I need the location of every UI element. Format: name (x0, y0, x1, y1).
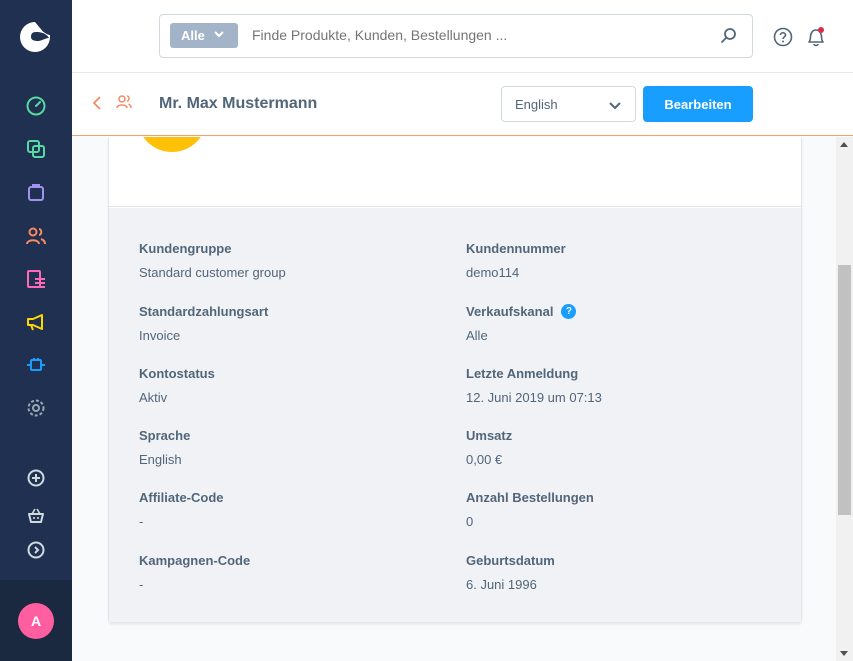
field-label: Verkaufskanal ? (466, 304, 766, 319)
field-value: Aktiv (139, 390, 168, 405)
scroll-down-arrow-icon[interactable] (840, 651, 848, 656)
extensions-icon[interactable] (24, 353, 48, 377)
field-sales-channel: Verkaufskanal ? Alle (466, 304, 766, 343)
field-birthday: Geburtsdatum 6. Juni 1996 (466, 553, 766, 592)
customer-avatar (137, 137, 207, 152)
chevron-down-icon (609, 98, 621, 113)
customers-icon[interactable] (24, 224, 48, 248)
scrollbar-thumb[interactable] (838, 265, 851, 515)
expand-sidebar-icon[interactable] (24, 538, 48, 562)
catalog-icon[interactable] (24, 137, 48, 161)
add-icon[interactable] (24, 466, 48, 490)
field-language: Sprache English (139, 428, 439, 467)
field-label: Standardzahlungsart (139, 304, 269, 319)
global-search: Alle (159, 14, 753, 58)
field-order-count: Anzahl Bestellungen 0 (466, 490, 766, 529)
user-avatar[interactable]: A (18, 603, 54, 639)
field-customer-group: Kundengruppe Standard customer group (139, 241, 439, 280)
field-value: demo114 (466, 265, 520, 280)
field-label: Letzte Anmeldung (466, 366, 579, 381)
customer-details: Kundengruppe Standard customer group Sta… (109, 208, 801, 622)
search-input[interactable] (252, 27, 692, 43)
customer-card-header (109, 137, 801, 207)
field-label: Kontostatus (139, 366, 215, 381)
field-label: Umsatz (466, 428, 513, 443)
help-tooltip-icon[interactable]: ? (561, 304, 577, 319)
field-account-status: Kontostatus Aktiv (139, 366, 439, 405)
field-label: Geburtsdatum (466, 553, 555, 568)
field-label: Kampagnen-Code (139, 553, 251, 568)
language-select[interactable]: English (501, 86, 636, 122)
field-default-payment: Standardzahlungsart Invoice (139, 304, 439, 343)
search-type-select[interactable]: Alle (170, 23, 238, 48)
basket-icon[interactable] (24, 504, 48, 528)
content-icon[interactable] (24, 267, 48, 291)
field-label: Affiliate-Code (139, 490, 224, 505)
field-value: English (139, 452, 182, 467)
smart-bar: Mr. Max Mustermann English Bearbeiten (72, 73, 853, 136)
field-value: 0 (466, 514, 474, 529)
content-area: Kundengruppe Standard customer group Sta… (72, 137, 836, 661)
edit-button[interactable]: Bearbeiten (643, 86, 753, 122)
customer-card: Kundengruppe Standard customer group Sta… (108, 137, 802, 623)
back-chevron-icon[interactable] (92, 95, 102, 116)
sidebar: A (0, 0, 72, 661)
language-select-value: English (515, 96, 558, 112)
orders-icon[interactable] (24, 180, 48, 204)
field-turnover: Umsatz 0,00 € (466, 428, 766, 467)
marketing-icon[interactable] (24, 310, 48, 334)
field-value: 12. Juni 2019 um 07:13 (466, 390, 602, 405)
page-title: Mr. Max Mustermann (159, 95, 318, 112)
field-label: Kundengruppe (139, 241, 232, 256)
field-label: Anzahl Bestellungen (466, 490, 594, 505)
settings-icon[interactable] (24, 396, 48, 420)
field-value: 0,00 € (466, 452, 503, 467)
field-label: Kundennummer (466, 241, 566, 256)
field-customer-number: Kundennummer demo114 (466, 241, 766, 280)
field-label: Sprache (139, 428, 191, 443)
field-value: - (139, 577, 144, 592)
shopware-logo-icon[interactable] (16, 18, 54, 56)
field-affiliate-code: Affiliate-Code - (139, 490, 439, 529)
search-type-label: Alle (181, 28, 205, 43)
field-label-text: Verkaufskanal (466, 304, 554, 319)
scroll-up-arrow-icon[interactable] (840, 142, 848, 147)
field-value: 6. Juni 1996 (466, 577, 537, 592)
customers-module-icon (115, 93, 133, 116)
field-value: Standard customer group (139, 265, 286, 280)
notification-bell-icon[interactable] (805, 26, 827, 48)
help-icon[interactable] (773, 27, 793, 47)
field-value: - (139, 514, 144, 529)
field-value: Invoice (139, 328, 181, 343)
field-campaign-code: Kampagnen-Code - (139, 553, 439, 592)
search-icon[interactable] (720, 27, 738, 45)
dashboard-icon[interactable] (24, 94, 48, 118)
content-scrollbar[interactable] (836, 137, 853, 661)
chevron-down-icon (214, 30, 224, 41)
field-value: Alle (466, 328, 488, 343)
field-last-login: Letzte Anmeldung 12. Juni 2019 um 07:13 (466, 366, 766, 405)
